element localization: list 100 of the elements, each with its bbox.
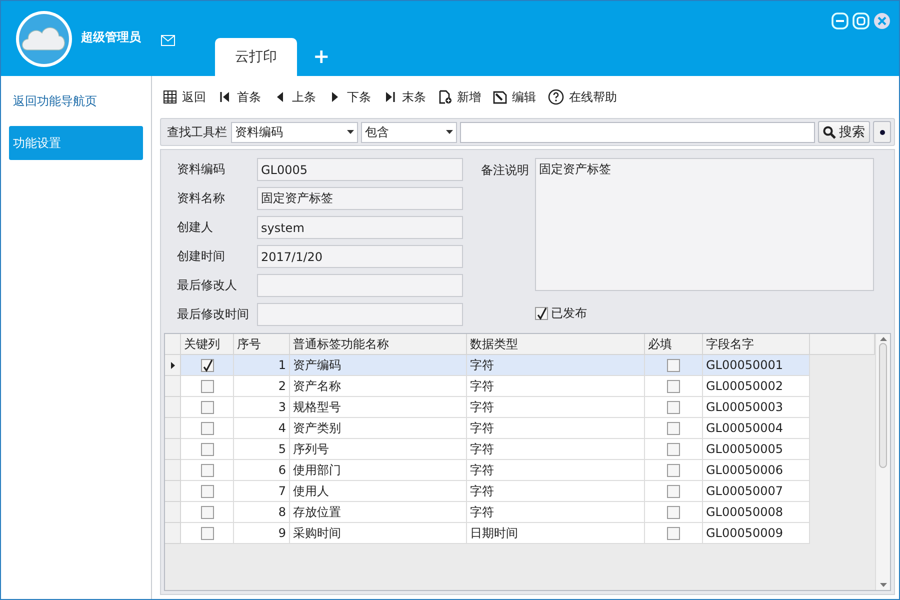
checkbox[interactable]	[535, 307, 548, 320]
column-header[interactable]: 数据类型	[467, 334, 645, 355]
user-name: 超级管理员	[81, 29, 141, 46]
mail-icon[interactable]	[161, 35, 175, 46]
table-cell: 使用部门	[290, 460, 467, 481]
field-label: 创建时间	[177, 248, 226, 265]
search-button[interactable]: 搜索	[818, 121, 870, 143]
column-header[interactable]: 普通标签功能名称	[290, 334, 467, 355]
help-icon	[548, 89, 564, 105]
column-header[interactable]: 序号	[234, 334, 290, 355]
table-cell: 2	[234, 376, 290, 397]
checkbox[interactable]	[667, 400, 680, 414]
search-label: 查找工具栏	[167, 124, 227, 140]
field-label: 备注说明	[481, 162, 529, 179]
table-cell: 字符	[467, 376, 645, 397]
table-cell: 9	[234, 523, 290, 544]
toolbar-button[interactable]: 新增	[457, 88, 481, 106]
field-dropdown[interactable]: 资料编码	[231, 122, 358, 142]
table-cell: 字符	[467, 355, 645, 376]
input-field[interactable]: GL0005	[257, 158, 463, 181]
table-cell: GL00050006	[703, 460, 810, 481]
table-cell: 字符	[467, 481, 645, 502]
scroll-up-icon[interactable]	[880, 337, 886, 341]
checkbox[interactable]	[200, 484, 214, 498]
field-label: 最后修改人	[177, 277, 238, 294]
checkbox[interactable]	[667, 506, 680, 518]
field-label: 创建人	[177, 219, 214, 236]
options-button[interactable]	[873, 121, 891, 143]
minimize-icon[interactable]	[831, 12, 849, 30]
input-field[interactable]: 固定资产标签	[257, 187, 463, 210]
checkbox[interactable]	[667, 442, 680, 456]
checkbox[interactable]	[667, 422, 680, 434]
checkbox[interactable]	[667, 380, 680, 392]
table-cell: GL00050009	[703, 523, 810, 544]
row-pointer-icon	[170, 362, 174, 368]
toolbar-button[interactable]: 首条	[237, 88, 261, 106]
table-cell: 日期时间	[467, 523, 645, 544]
input-field[interactable]: system	[257, 216, 463, 239]
search-icon	[823, 126, 836, 138]
table-cell: 资产名称	[290, 376, 467, 397]
new-file-icon	[438, 90, 452, 104]
caret-icon	[347, 130, 354, 134]
row-header[interactable]	[165, 355, 181, 376]
remark-field[interactable]: 固定资产标签	[535, 158, 874, 291]
checkbox-label: 已发布	[551, 305, 587, 322]
toolbar-button[interactable]: 编辑	[512, 88, 536, 106]
toolbar-button[interactable]: 返回	[182, 88, 206, 106]
table-cell: GL00050004	[703, 418, 810, 439]
checkbox[interactable]	[200, 358, 214, 372]
dot-icon	[880, 130, 884, 134]
close-icon[interactable]	[873, 12, 891, 30]
column-header[interactable]: 关键列	[181, 334, 234, 355]
table-cell: 使用人	[290, 481, 467, 502]
input-field[interactable]	[257, 274, 463, 297]
scroll-down-icon[interactable]	[880, 583, 886, 587]
checkbox[interactable]	[200, 506, 214, 518]
field-label: 资料名称	[177, 190, 226, 207]
tab[interactable]: 云打印	[215, 38, 297, 76]
checkbox[interactable]	[667, 358, 680, 372]
toolbar-button[interactable]: 上条	[292, 88, 316, 106]
operator-dropdown[interactable]: 包含	[361, 122, 457, 142]
table-cell: 3	[234, 397, 290, 418]
table-cell: 8	[234, 502, 290, 523]
checkbox[interactable]	[200, 380, 214, 392]
maximize-icon[interactable]	[852, 12, 870, 30]
caret-icon	[446, 130, 453, 134]
checkbox[interactable]	[200, 464, 214, 476]
table-cell: 字符	[467, 397, 645, 418]
skip-forward-icon	[383, 90, 397, 104]
table-cell: 存放位置	[290, 502, 467, 523]
sidebar-item[interactable]: 返回功能导航页	[9, 84, 143, 118]
table-cell: 序列号	[290, 439, 467, 460]
input-field[interactable]	[257, 303, 463, 326]
checkbox[interactable]	[667, 484, 680, 498]
toolbar-button[interactable]: 在线帮助	[569, 88, 617, 106]
table-cell: 5	[234, 439, 290, 460]
column-header[interactable]: 必填	[645, 334, 703, 355]
table-cell: 资产编码	[290, 355, 467, 376]
table-cell: GL00050003	[703, 397, 810, 418]
checkbox[interactable]	[667, 526, 680, 540]
input-field[interactable]: 2017/1/20	[257, 245, 463, 268]
table-cell: 采购时间	[290, 523, 467, 544]
checkbox[interactable]	[200, 400, 214, 414]
checkbox[interactable]	[200, 526, 214, 540]
toolbar-button[interactable]: 下条	[347, 88, 371, 106]
table-cell: 字符	[467, 502, 645, 523]
table-cell: 1	[234, 355, 290, 376]
field-label: 最后修改时间	[177, 306, 250, 323]
field-label: 资料编码	[177, 161, 226, 178]
checkbox[interactable]	[200, 442, 214, 456]
search-field[interactable]	[460, 122, 815, 142]
toolbar-button[interactable]: 末条	[402, 88, 426, 106]
table-cell: 6	[234, 460, 290, 481]
checkbox[interactable]	[667, 464, 680, 476]
cloud-logo	[15, 10, 73, 68]
scrollbar[interactable]	[875, 334, 890, 590]
column-header[interactable]: 字段名字	[703, 334, 810, 355]
table-cell: 字符	[467, 460, 645, 481]
table-icon	[163, 90, 177, 104]
checkbox[interactable]	[200, 422, 214, 434]
